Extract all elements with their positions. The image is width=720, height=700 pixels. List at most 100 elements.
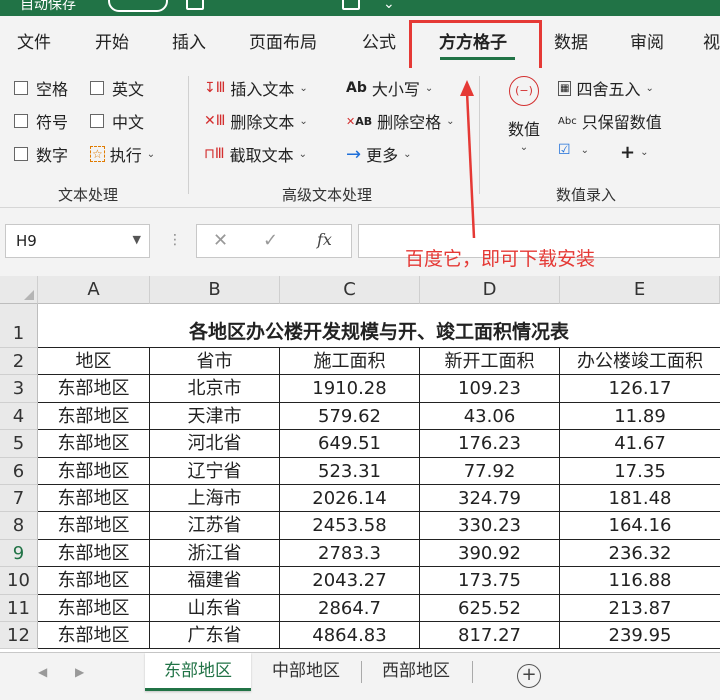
table-cell[interactable]: 东部地区 xyxy=(38,567,150,595)
table-cell[interactable]: 东部地区 xyxy=(38,430,150,458)
checkbox-box[interactable] xyxy=(14,147,28,161)
row-header[interactable]: 7 xyxy=(0,485,38,513)
select-all-button[interactable] xyxy=(0,276,38,304)
row-header[interactable]: 2 xyxy=(0,348,38,376)
table-cell[interactable]: 236.32 xyxy=(560,540,720,568)
table-cell[interactable]: 上海市 xyxy=(150,485,280,513)
column-header-d[interactable]: D xyxy=(420,276,560,304)
checkbox-space[interactable]: 空格 xyxy=(14,76,68,100)
checkbox-number[interactable]: 数字 xyxy=(14,142,68,166)
table-cell[interactable]: 2453.58 xyxy=(280,512,420,540)
table-cell[interactable]: 东部地区 xyxy=(38,402,150,431)
table-cell[interactable]: 324.79 xyxy=(420,485,560,513)
table-cell[interactable]: 北京市 xyxy=(150,375,280,403)
tab-home[interactable]: 开始 xyxy=(95,28,129,53)
checkbox-box[interactable] xyxy=(90,114,104,128)
extract-text-button[interactable]: ⊓Ⅲ 截取文本 ⌄ xyxy=(204,142,307,166)
delete-spaces-button[interactable]: ✕AB 删除空格 ⌄ xyxy=(346,109,455,133)
table-cell[interactable]: 649.51 xyxy=(280,430,420,458)
sheet-tab-central[interactable]: 中部地区 xyxy=(256,653,356,691)
table-cell[interactable]: 77.92 xyxy=(420,457,560,485)
row-header[interactable]: 8 xyxy=(0,512,38,540)
table-cell[interactable]: 173.75 xyxy=(420,567,560,595)
next-sheet-icon[interactable]: ▶ xyxy=(75,665,84,679)
table-cell[interactable]: 河北省 xyxy=(150,430,280,458)
table-cell[interactable]: 广东省 xyxy=(150,622,280,650)
add-button[interactable]: + ⌄ xyxy=(620,142,648,163)
more-button[interactable]: → 更多 ⌄ xyxy=(346,142,412,166)
table-cell[interactable]: 东部地区 xyxy=(38,485,150,513)
column-header-c[interactable]: C xyxy=(280,276,420,304)
tab-file[interactable]: 文件 xyxy=(17,28,51,53)
checkbox-box[interactable] xyxy=(14,81,28,95)
table-cell[interactable]: 109.23 xyxy=(420,375,560,403)
row-header[interactable]: 3 xyxy=(0,375,38,403)
confirm-icon[interactable]: ✓ xyxy=(263,230,278,251)
sheet-tab-west[interactable]: 西部地区 xyxy=(366,653,466,691)
column-header-b[interactable]: B xyxy=(150,276,280,304)
table-cell[interactable]: 164.16 xyxy=(560,512,720,540)
header-cell[interactable]: 省市 xyxy=(150,348,280,376)
column-header-a[interactable]: A xyxy=(38,276,150,304)
row-header[interactable]: 11 xyxy=(0,594,38,622)
save-icon[interactable] xyxy=(186,0,204,10)
row-header[interactable]: 5 xyxy=(0,430,38,458)
table-cell[interactable]: 11.89 xyxy=(560,403,720,431)
header-cell[interactable]: 地区 xyxy=(38,348,150,376)
table-cell[interactable]: 523.31 xyxy=(280,457,420,485)
tab-insert[interactable]: 插入 xyxy=(172,28,206,53)
delete-text-button[interactable]: ✕Ⅲ 删除文本 ⌄ xyxy=(204,109,308,133)
caret-down-icon[interactable]: ▼ xyxy=(133,233,141,246)
quick-access-chevron-icon[interactable]: ⌄ xyxy=(383,0,395,12)
table-cell[interactable]: 福建省 xyxy=(150,567,280,595)
table-cell[interactable]: 41.67 xyxy=(560,430,720,458)
table-cell[interactable]: 579.62 xyxy=(280,402,420,431)
row-header[interactable]: 6 xyxy=(0,457,38,485)
cancel-icon[interactable]: ✕ xyxy=(213,230,228,251)
table-cell[interactable]: 江苏省 xyxy=(150,512,280,540)
row-header[interactable]: 9 xyxy=(0,539,38,568)
table-title[interactable]: 各地区办公楼开发规模与开、竣工面积情况表 xyxy=(38,304,720,348)
table-cell[interactable]: 239.95 xyxy=(560,622,720,650)
sheet-tab-east[interactable]: 东部地区 xyxy=(145,653,251,691)
table-cell[interactable]: 43.06 xyxy=(420,402,560,431)
insert-text-button[interactable]: ↧Ⅲ 插入文本 ⌄ xyxy=(204,76,308,100)
fill-button[interactable]: ☑ ⌄ xyxy=(558,142,589,158)
header-cell[interactable]: 新开工面积 xyxy=(420,348,560,376)
table-cell[interactable]: 天津市 xyxy=(150,402,280,431)
row-header[interactable]: 10 xyxy=(0,567,38,595)
tab-page-layout[interactable]: 页面布局 xyxy=(249,28,317,53)
table-cell[interactable]: 浙江省 xyxy=(150,539,280,568)
table-cell[interactable]: 1910.28 xyxy=(280,375,420,403)
table-cell[interactable]: 625.52 xyxy=(420,594,560,622)
table-cell[interactable]: 126.17 xyxy=(560,375,720,403)
tab-view[interactable]: 视 xyxy=(703,28,720,53)
table-cell[interactable]: 东部地区 xyxy=(38,622,150,650)
fx-icon[interactable]: fx xyxy=(317,230,332,249)
column-header-e[interactable]: E xyxy=(560,276,720,304)
print-preview-icon[interactable] xyxy=(342,0,360,10)
table-cell[interactable]: 213.87 xyxy=(560,595,720,622)
table-cell[interactable]: 2026.14 xyxy=(280,485,420,513)
numeric-button[interactable]: (−) 数值 ⌄ xyxy=(500,76,548,153)
table-cell[interactable]: 390.92 xyxy=(420,539,560,568)
table-cell[interactable]: 东部地区 xyxy=(38,457,150,485)
row-header[interactable]: 12 xyxy=(0,622,38,650)
header-cell[interactable]: 施工面积 xyxy=(280,348,420,376)
checkbox-symbol[interactable]: 符号 xyxy=(14,109,68,133)
tab-formulas[interactable]: 公式 xyxy=(362,28,396,53)
table-cell[interactable]: 330.23 xyxy=(420,512,560,540)
tab-review[interactable]: 审阅 xyxy=(630,28,664,53)
table-cell[interactable]: 116.88 xyxy=(560,567,720,595)
more-dots-icon[interactable]: ⋮ xyxy=(168,232,182,248)
table-cell[interactable]: 2783.3 xyxy=(280,539,420,568)
checkbox-box[interactable] xyxy=(14,114,28,128)
table-cell[interactable]: 东部地区 xyxy=(38,539,150,568)
table-cell[interactable]: 4864.83 xyxy=(280,622,420,650)
prev-sheet-icon[interactable]: ◀ xyxy=(38,665,47,679)
table-cell[interactable]: 东部地区 xyxy=(38,375,150,403)
table-cell[interactable]: 辽宁省 xyxy=(150,457,280,485)
row-header[interactable]: 4 xyxy=(0,402,38,431)
autosave-toggle[interactable] xyxy=(108,0,168,12)
case-button[interactable]: Ab 大小写 ⌄ xyxy=(346,76,433,100)
